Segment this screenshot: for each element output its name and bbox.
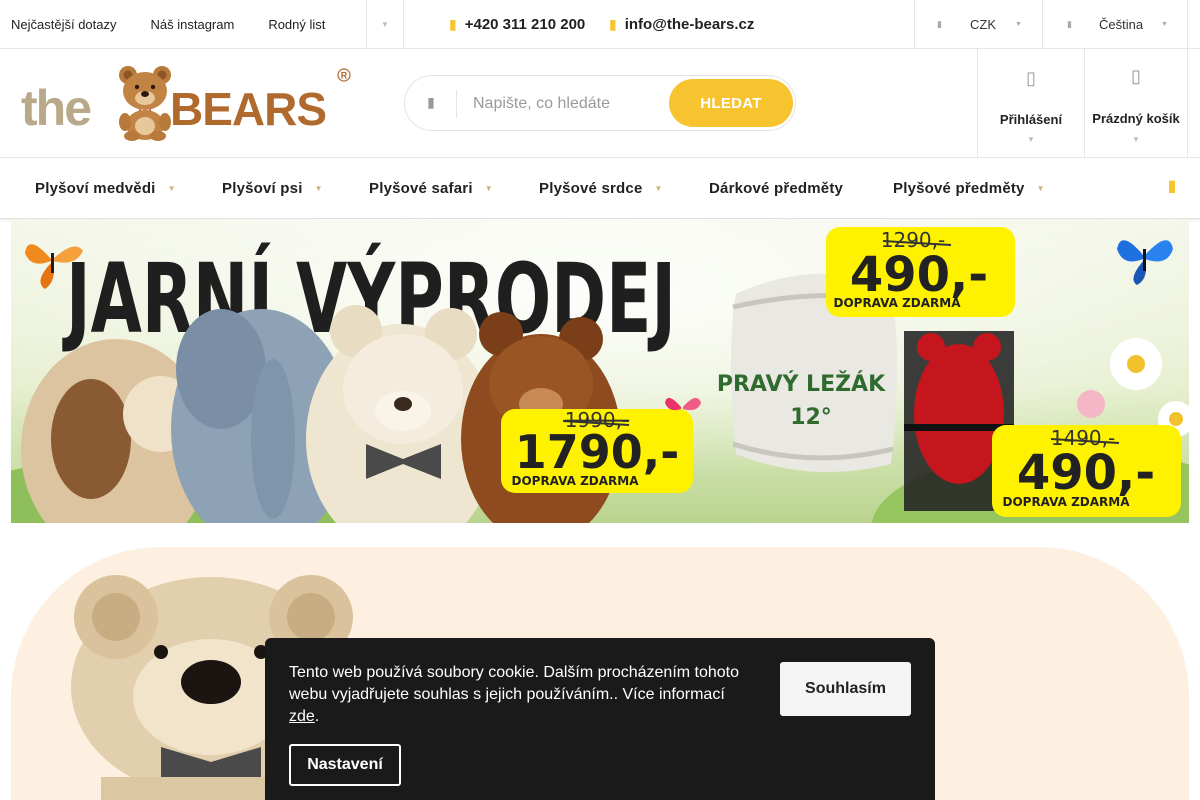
- offer3-new-price: 490,-: [1017, 445, 1155, 501]
- nav-item-plush-dogs[interactable]: Plyšoví psi ▼: [222, 158, 323, 218]
- chevron-down-icon: ▼: [1027, 135, 1035, 144]
- chevron-down-icon: ▼: [167, 183, 176, 193]
- cookie-settings-button[interactable]: Nastavení: [289, 744, 401, 786]
- top-bar: Nejčastější dotazy Náš instagram Rodný l…: [0, 0, 1200, 49]
- chevron-down-icon: ▼: [654, 183, 663, 193]
- cart-icon: ▯: [1131, 66, 1141, 86]
- nav-item-gifts[interactable]: Dárkové předměty: [709, 158, 843, 218]
- site-header: the BEARS R ▮ HLEDAT: [0, 49, 1200, 158]
- nav-label: Dárkové předměty: [709, 179, 844, 197]
- nav-item-plush-items[interactable]: Plyšové předměty ▼: [893, 158, 1045, 218]
- cookie-consent-bar: Tento web používá soubory cookie. Dalším…: [265, 638, 935, 800]
- currency-value: CZK: [970, 16, 996, 32]
- cart-button[interactable]: ▯ Prázdný košík ▼: [1084, 49, 1188, 157]
- chevron-down-icon: ▼: [314, 183, 323, 193]
- phone-contact[interactable]: ▮ +420 311 210 200: [449, 0, 585, 48]
- nav-item-plush-safari[interactable]: Plyšové safari ▼: [369, 158, 493, 218]
- cookie-text: Tento web používá soubory cookie. Dalším…: [289, 664, 740, 703]
- nav-label: Plyšoví psi: [222, 179, 303, 197]
- offer2-new-price: 1790,-: [515, 425, 680, 479]
- nav-label: Plyšové safari: [369, 179, 473, 197]
- search-button[interactable]: HLEDAT: [669, 79, 793, 127]
- language-value: Čeština: [1099, 16, 1144, 32]
- cookie-agree-button[interactable]: Souhlasím: [780, 662, 911, 716]
- language-selector[interactable]: ▮ Čeština ▼: [1043, 0, 1188, 48]
- svg-text:R: R: [341, 71, 348, 81]
- link-birth-certificate[interactable]: Rodný list: [268, 17, 325, 32]
- login-label: Přihlášení: [999, 112, 1063, 127]
- offer1-shipping: DOPRAVA ZDARMA: [833, 296, 961, 310]
- search-input[interactable]: [473, 91, 663, 117]
- search-bar: ▮ HLEDAT: [404, 75, 796, 131]
- language-icon: ▮: [1067, 18, 1072, 29]
- top-links: Nejčastější dotazy Náš instagram Rodný l…: [0, 0, 348, 48]
- chevron-down-icon: ▼: [1036, 183, 1045, 193]
- nav-item-plush-hearts[interactable]: Plyšové srdce ▼: [539, 158, 663, 218]
- cookie-more-info-link[interactable]: zde: [289, 708, 315, 725]
- keg-label: PRAVÝ LEŽÁK: [717, 371, 886, 397]
- cart-label: Prázdný košík: [1092, 111, 1180, 126]
- main-navigation: Plyšoví medvědi ▼ Plyšoví psi ▼ Plyšové …: [0, 158, 1200, 219]
- login-button[interactable]: ▯ Přihlášení ▼: [977, 49, 1084, 157]
- svg-text:the: the: [21, 80, 91, 136]
- chevron-down-icon: ▼: [484, 183, 493, 193]
- offer2-shipping: DOPRAVA ZDARMA: [511, 474, 639, 488]
- chevron-down-icon: ▼: [1132, 135, 1140, 144]
- offer1-new-price: 490,-: [850, 247, 988, 303]
- cookie-message: Tento web používá soubory cookie. Dalším…: [289, 662, 749, 728]
- user-icon: ▯: [1026, 68, 1036, 88]
- cookie-text-end: .: [314, 708, 320, 725]
- email-contact[interactable]: ▮ info@the-bears.cz: [609, 0, 754, 48]
- phone-number: +420 311 210 200: [464, 15, 586, 33]
- link-instagram[interactable]: Náš instagram: [151, 17, 235, 32]
- svg-text:BEARS: BEARS: [170, 83, 326, 135]
- currency-icon: ▮: [937, 18, 942, 29]
- link-faq[interactable]: Nejčastější dotazy: [11, 17, 117, 32]
- nav-label: Plyšoví medvědi: [35, 179, 156, 197]
- nav-label: Plyšové předměty: [893, 179, 1025, 197]
- email-address: info@the-bears.cz: [624, 15, 755, 33]
- nav-item-plush-bears[interactable]: Plyšoví medvědi ▼: [35, 158, 176, 218]
- search-icon: ▮: [427, 94, 435, 110]
- divider: [456, 90, 457, 118]
- offer3-shipping: DOPRAVA ZDARMA: [1002, 495, 1130, 509]
- promo-banner[interactable]: JARNÍ VÝPRODEJ 1990,- 1790,- DOPRAVA ZDA…: [11, 219, 1189, 523]
- mail-icon: ▮: [609, 15, 617, 32]
- chevron-down-icon: ▼: [1161, 20, 1168, 28]
- keg-degree: 12°: [790, 405, 832, 430]
- currency-selector[interactable]: ▮ CZK ▼: [915, 0, 1042, 48]
- site-logo[interactable]: the BEARS R: [21, 65, 353, 141]
- more-links-chevron-icon[interactable]: ▼: [366, 0, 404, 48]
- chevron-down-icon: ▼: [1015, 20, 1022, 28]
- search-icon[interactable]: ▮: [1162, 176, 1182, 198]
- phone-icon: ▮: [449, 15, 457, 32]
- divider: [1187, 0, 1188, 48]
- nav-label: Plyšové srdce: [539, 179, 643, 197]
- divider: [403, 0, 404, 48]
